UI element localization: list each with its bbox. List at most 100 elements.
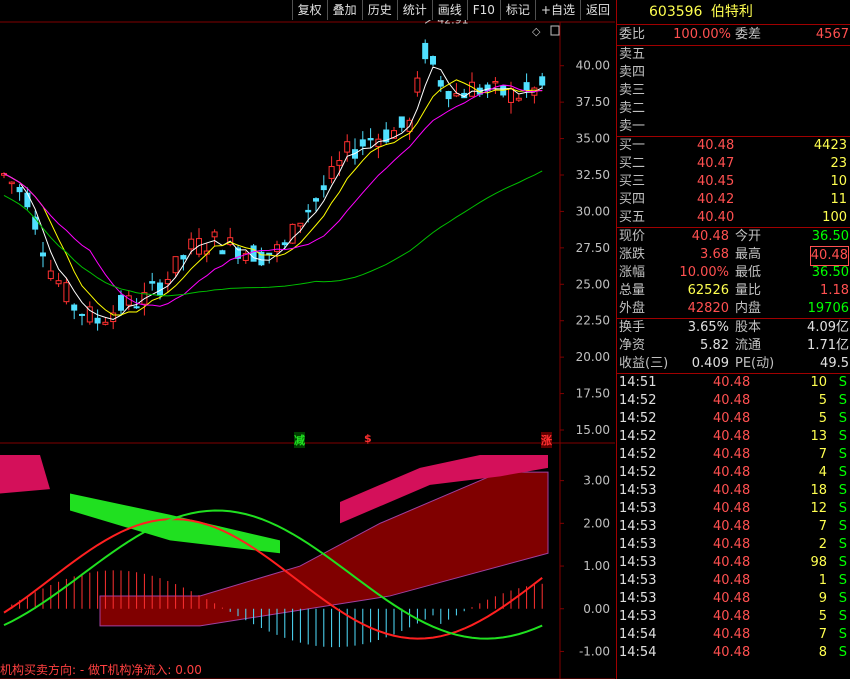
tick-flag: S <box>838 393 847 408</box>
toolbar-button-0[interactable]: 复权 <box>291 0 327 20</box>
tick-flag: S <box>838 411 847 426</box>
y-tick-label: 32.50 <box>576 168 610 182</box>
stat-label-2: 今开 <box>735 229 762 244</box>
fund-value-2: 4.09亿 <box>807 320 849 335</box>
tick-flag: S <box>838 465 847 480</box>
order-diff-value: 4567 <box>815 27 849 42</box>
fund-label-2: 股本 <box>735 320 762 335</box>
sell-row: 卖四 <box>617 64 850 82</box>
tick-flag: S <box>838 519 847 534</box>
tick-volume: 5 <box>818 393 827 408</box>
buy-price: 40.42 <box>697 192 735 207</box>
toolbar-button-6[interactable]: 标记 <box>499 0 535 20</box>
tick-row[interactable]: 14:51 40.48 10 S <box>617 374 850 392</box>
tick-row[interactable]: 14:53 40.48 12 S <box>617 500 850 518</box>
tick-row[interactable]: 14:54 40.48 7 S <box>617 626 850 644</box>
toolbar-button-4[interactable]: 画线 <box>431 0 467 20</box>
y-tick-label: 22.50 <box>576 314 610 328</box>
candle-body <box>398 116 405 128</box>
buy-volume: 11 <box>830 192 847 207</box>
tick-volume: 12 <box>810 501 827 516</box>
toolbar-button-5[interactable]: F10 <box>466 0 500 20</box>
tick-volume: 5 <box>818 411 827 426</box>
y-tick-label: 37.50 <box>576 95 610 109</box>
tick-list[interactable]: 14:51 40.48 10 S 14:52 40.48 5 S 14:52 40.48 5 S 14:… <box>617 373 850 662</box>
tick-volume: 10 <box>810 375 827 390</box>
candle-body <box>164 278 171 285</box>
order-ratio-value: 100.00% <box>673 27 731 42</box>
candle-body <box>492 80 499 84</box>
stat-row: 总量 62526 量比 1.18 <box>617 282 850 300</box>
ma10-line <box>3 79 543 316</box>
candle-body <box>320 185 327 191</box>
tick-row[interactable]: 14:52 40.48 5 S <box>617 410 850 428</box>
fund-label: 换手 <box>619 320 646 335</box>
candle-body <box>71 304 78 311</box>
tick-price: 40.48 <box>713 627 751 642</box>
stat-value: 3.68 <box>700 247 729 262</box>
tick-price: 40.48 <box>713 375 751 390</box>
candle-body <box>430 56 436 65</box>
tick-row[interactable]: 14:53 40.48 5 S <box>617 608 850 626</box>
tick-row[interactable]: 14:53 40.48 7 S <box>617 518 850 536</box>
stat-value-2: 36.50 <box>811 229 849 244</box>
tick-row[interactable]: 14:54 40.48 8 S <box>617 644 850 662</box>
tick-time: 14:52 <box>619 465 657 480</box>
stat-value-2: 36.50 <box>811 265 849 280</box>
tick-row[interactable]: 14:52 40.48 5 S <box>617 392 850 410</box>
tick-row[interactable]: 14:53 40.48 18 S <box>617 482 850 500</box>
candle-body <box>422 42 429 60</box>
fund-value: 3.65% <box>687 320 729 335</box>
candle-body <box>266 252 273 256</box>
tick-row[interactable]: 14:52 40.48 13 S <box>617 428 850 446</box>
toolbar-button-1[interactable]: 叠加 <box>326 0 362 20</box>
tick-time: 14:54 <box>619 627 657 642</box>
y-tick-label: 25.00 <box>576 277 610 291</box>
stat-label: 涨跌 <box>619 247 646 262</box>
buy-label: 买三 <box>619 174 646 189</box>
stat-label: 涨幅 <box>619 265 646 280</box>
stock-title: 603596 伯特利 <box>617 0 850 24</box>
toolbar-button-8[interactable]: 返回 <box>579 0 615 20</box>
tick-volume: 9 <box>818 591 827 606</box>
tick-row[interactable]: 14:53 40.48 2 S <box>617 536 850 554</box>
candle-body <box>149 281 156 284</box>
buy-orders: 买一 40.48 4423 买二 40.47 23 买三 40.45 10 买四 40.42 11 买五… <box>617 136 850 227</box>
tick-time: 14:52 <box>619 429 657 444</box>
rise-stamp: 涨 <box>541 432 552 448</box>
sell-orders: 卖五 卖四 卖三 卖二 卖一 <box>617 45 850 136</box>
quote-panel: 603596 伯特利 委比 100.00% 委差 4567 卖五 卖四 卖三 卖二 卖一… <box>616 0 850 679</box>
stat-label-2: 最高 <box>735 247 762 262</box>
candle-body <box>515 97 522 101</box>
tick-price: 40.48 <box>713 501 751 516</box>
tick-price: 40.48 <box>713 483 751 498</box>
institution-direction-label: 机构买卖方向: - 做T机构净流入: 0.00 <box>0 663 202 677</box>
sell-label: 卖五 <box>619 47 646 62</box>
reduce-stamp: 减 <box>294 432 305 448</box>
stock-code: 603596 <box>649 4 703 20</box>
stat-label: 总量 <box>619 283 646 298</box>
toolbar-button-2[interactable]: 历史 <box>361 0 397 20</box>
ribbon-left <box>0 455 50 494</box>
tick-row[interactable]: 14:53 40.48 98 S <box>617 554 850 572</box>
toolbar-button-7[interactable]: +自选 <box>534 0 580 20</box>
buy-row: 买一 40.48 4423 <box>617 137 850 155</box>
tick-price: 40.48 <box>713 591 751 606</box>
tick-row[interactable]: 14:53 40.48 9 S <box>617 590 850 608</box>
signal-stamp: $ <box>364 432 372 445</box>
stat-label-2: 内盘 <box>735 301 762 316</box>
candle-body <box>211 231 218 238</box>
toolbar-button-3[interactable]: 统计 <box>396 0 432 20</box>
kline-chart[interactable]: 40.00 37.50 35.00 32.50 30.00 27.50 25.00 22.50… <box>0 0 615 679</box>
kline-chart-area[interactable]: 40.00 37.50 35.00 32.50 30.00 27.50 25.00 22.50… <box>0 0 615 679</box>
order-ratio-row: 委比 100.00% 委差 4567 <box>617 24 850 45</box>
candle-body <box>94 317 101 324</box>
buy-row: 买三 40.45 10 <box>617 173 850 191</box>
fund-value: 5.82 <box>700 338 729 353</box>
tick-row[interactable]: 14:52 40.48 4 S <box>617 464 850 482</box>
buy-price: 40.40 <box>697 210 735 225</box>
tick-row[interactable]: 14:53 40.48 1 S <box>617 572 850 590</box>
candle-body <box>274 244 280 252</box>
tick-price: 40.48 <box>713 555 751 570</box>
tick-row[interactable]: 14:52 40.48 7 S <box>617 446 850 464</box>
